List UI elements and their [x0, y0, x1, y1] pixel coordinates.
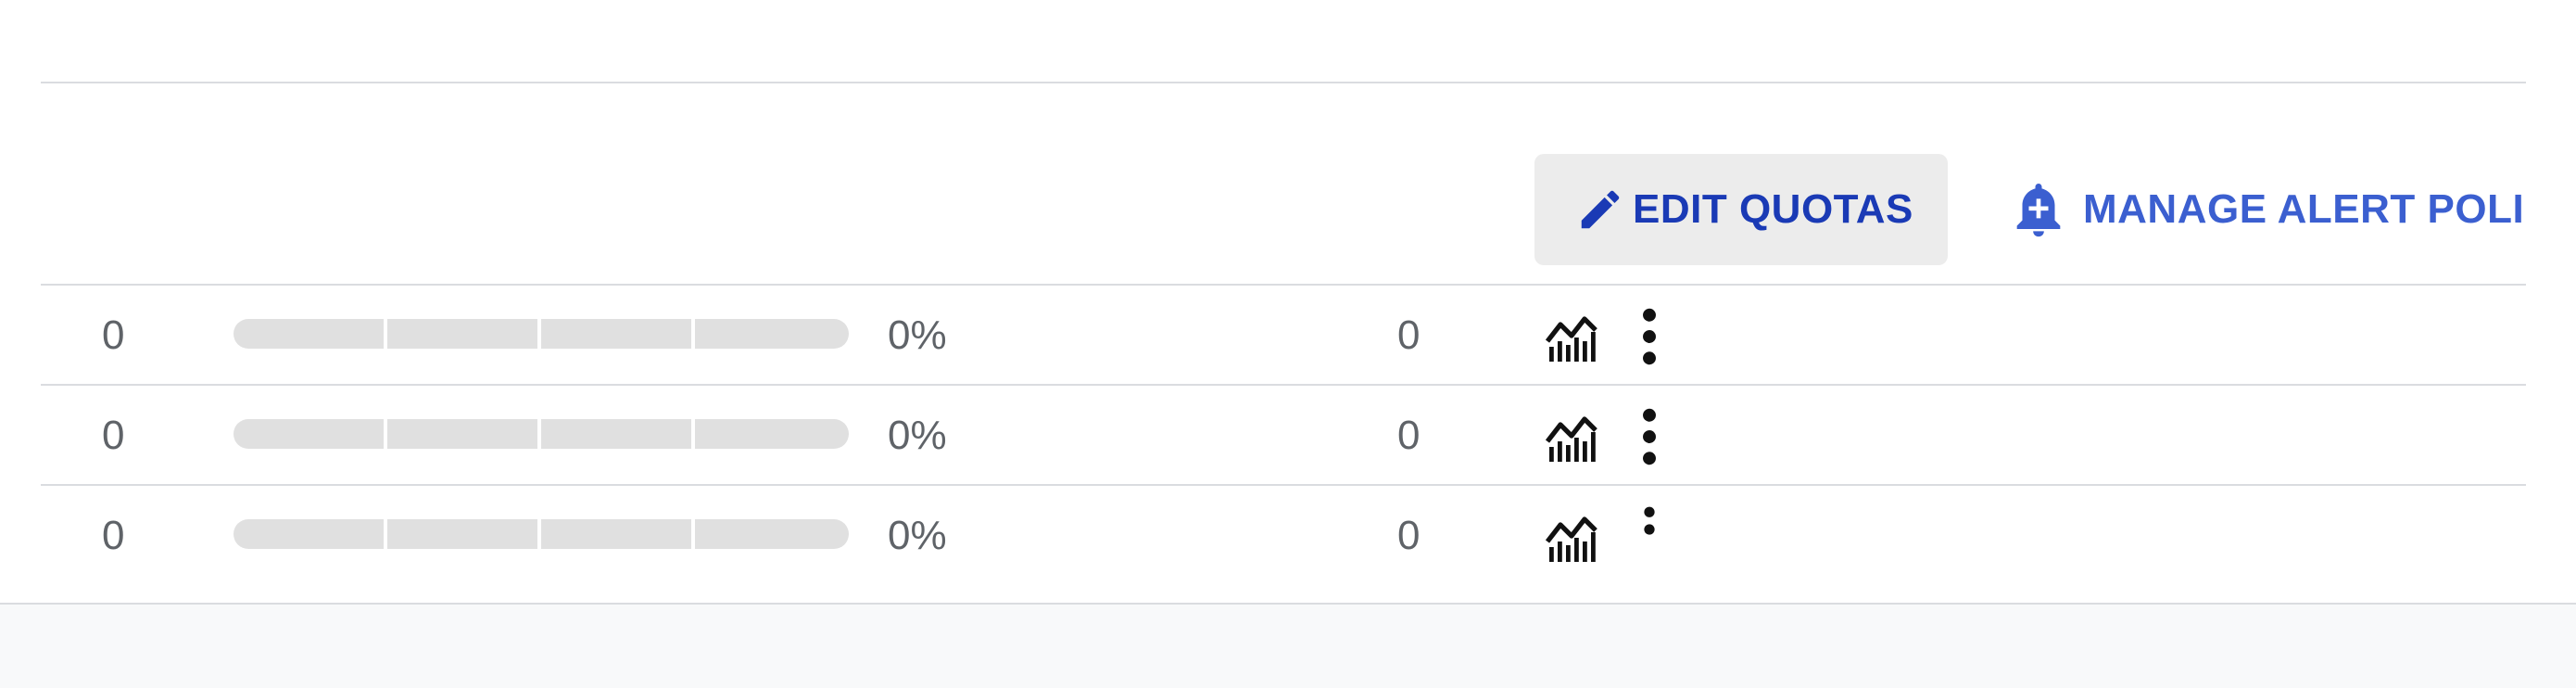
manage-alert-policies-button[interactable]: MANAGE ALERT POLIC: [2013, 154, 2526, 265]
usage-bar-tick: [384, 519, 387, 549]
table-row: 0 0% 0: [41, 386, 2526, 486]
more-vert-icon[interactable]: [1635, 506, 1664, 553]
table-row: 0 0% 0: [41, 486, 2526, 586]
usage-bar-tick: [691, 319, 695, 349]
quota-value: 0: [102, 513, 125, 558]
usage-percent: 0%: [888, 312, 947, 358]
bell-plus-icon: [2016, 184, 2061, 237]
page-footer-area: [0, 603, 2576, 688]
current-usage: 0: [1397, 312, 1421, 358]
usage-percent: 0%: [888, 513, 947, 558]
quota-panel: EDIT QUOTAS MANAGE ALERT POLIC 0 0% 0 0 …: [0, 0, 2576, 603]
usage-percent: 0%: [888, 413, 947, 458]
table-toolbar: EDIT QUOTAS MANAGE ALERT POLIC: [41, 83, 2526, 284]
quota-table: EDIT QUOTAS MANAGE ALERT POLIC 0 0% 0 0 …: [41, 0, 2526, 603]
usage-bar-tick: [537, 319, 541, 349]
more-vert-icon[interactable]: [1635, 408, 1664, 465]
usage-bar-tick: [691, 419, 695, 449]
usage-bar: [234, 419, 849, 449]
usage-bar-tick: [537, 519, 541, 549]
quota-value: 0: [102, 413, 125, 458]
chart-icon[interactable]: [1546, 313, 1597, 362]
current-usage: 0: [1397, 513, 1421, 558]
manage-alert-policies-label: MANAGE ALERT POLIC: [2083, 186, 2526, 232]
usage-bar-tick: [384, 419, 387, 449]
usage-bar-tick: [691, 519, 695, 549]
chart-icon[interactable]: [1546, 514, 1597, 562]
more-vert-icon[interactable]: [1635, 308, 1664, 365]
table-row: 0 0% 0: [41, 286, 2526, 386]
edit-quotas-button[interactable]: EDIT QUOTAS: [1534, 154, 1948, 265]
usage-bar-tick: [537, 419, 541, 449]
usage-bar-tick: [384, 319, 387, 349]
usage-bar: [234, 319, 849, 349]
edit-quotas-label: EDIT QUOTAS: [1633, 186, 1913, 232]
pencil-icon: [1581, 190, 1620, 229]
usage-bar: [234, 519, 849, 549]
chart-icon[interactable]: [1546, 414, 1597, 462]
quota-value: 0: [102, 312, 125, 358]
current-usage: 0: [1397, 413, 1421, 458]
